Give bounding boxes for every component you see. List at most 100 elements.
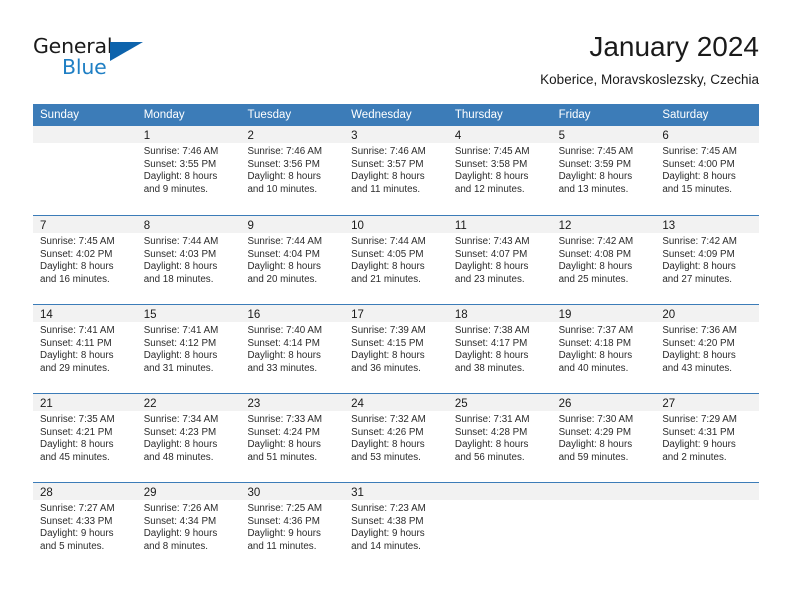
calendar-week-row: 21 Sunrise: 7:35 AM Sunset: 4:21 PM Dayligh… — [33, 393, 760, 482]
day-info-line: and 14 minutes. — [351, 540, 421, 552]
day-info-line: Sunrise: 7:45 AM — [662, 146, 737, 157]
day-info-line: Sunset: 4:28 PM — [454, 426, 528, 438]
day-info-line: Sunrise: 7:23 AM — [351, 503, 426, 514]
day-info-line: and 18 minutes. — [143, 273, 214, 285]
day-info-line: Sunrise: 7:30 AM — [558, 414, 634, 425]
day-info-line: and 45 minutes. — [40, 451, 110, 463]
day-info-line: Daylight: 8 hours — [662, 350, 736, 362]
day-number: 7 — [40, 220, 47, 232]
day-number: 11 — [454, 220, 467, 232]
day-cell[interactable]: 30 Sunrise: 7:25 AM Sunset: 4:36 PM Dayligh… — [240, 483, 345, 571]
day-sun-info: Sunrise: 7:32 AM Sunset: 4:26 PM Daylight:… — [344, 411, 448, 464]
day-number-band: 24 — [344, 394, 448, 411]
day-number: 10 — [351, 220, 364, 232]
day-number-band: 26 — [551, 394, 656, 411]
day-cell[interactable]: 17 Sunrise: 7:39 AM Sunset: 4:15 PM Dayligh… — [344, 305, 448, 393]
day-cell[interactable]: 28 Sunrise: 7:27 AM Sunset: 4:33 PM Dayligh… — [33, 483, 137, 571]
day-cell[interactable]: 10 Sunrise: 7:44 AM Sunset: 4:05 PM Dayligh… — [344, 216, 448, 304]
day-info-line: Sunset: 4:17 PM — [454, 337, 528, 349]
day-info-line: Sunrise: 7:46 AM — [351, 146, 426, 157]
weekday-header-saturday: Saturday — [662, 109, 709, 121]
day-info-line: Daylight: 8 hours — [247, 261, 321, 273]
day-number-band: 11 — [447, 216, 552, 233]
day-info-line: Sunrise: 7:45 AM — [454, 146, 530, 157]
day-cell[interactable]: 15 Sunrise: 7:41 AM Sunset: 4:12 PM Dayligh… — [136, 305, 241, 393]
calendar-grid: Sunday Monday Tuesday Wednesday Thursday Frid… — [33, 104, 760, 571]
day-cell[interactable]: 25 Sunrise: 7:31 AM Sunset: 4:28 PM Dayligh… — [447, 394, 552, 482]
day-cell[interactable]: 19 Sunrise: 7:37 AM Sunset: 4:18 PM Dayligh… — [551, 305, 656, 393]
day-number: 2 — [247, 130, 254, 142]
day-number: 3 — [351, 130, 358, 142]
day-info-line: Daylight: 8 hours — [454, 439, 529, 451]
day-cell[interactable]: 14 Sunrise: 7:41 AM Sunset: 4:11 PM Dayligh… — [33, 305, 137, 393]
day-sun-info: Sunrise: 7:44 AM Sunset: 4:04 PM Daylight:… — [240, 233, 344, 286]
day-number-band: 28 — [33, 483, 137, 500]
day-info-line: Daylight: 8 hours — [558, 350, 633, 362]
day-info-line: Daylight: 8 hours — [558, 171, 633, 183]
day-cell[interactable]: 27 Sunrise: 7:29 AM Sunset: 4:31 PM Dayligh… — [655, 394, 760, 482]
day-info-line: Sunrise: 7:41 AM — [143, 325, 219, 336]
day-info-line: Sunset: 4:33 PM — [40, 515, 113, 527]
day-number-band: 5 — [551, 126, 656, 143]
day-cell[interactable]: 24 Sunrise: 7:32 AM Sunset: 4:26 PM Dayligh… — [344, 394, 448, 482]
day-info-line: and 38 minutes. — [454, 362, 525, 374]
day-number: 24 — [351, 398, 364, 410]
day-info-line: and 23 minutes. — [454, 273, 525, 285]
weekday-header-wednesday: Wednesday — [351, 109, 412, 121]
day-cell[interactable]: 12 Sunrise: 7:42 AM Sunset: 4:08 PM Dayligh… — [551, 216, 656, 304]
day-cell[interactable]: 5 Sunrise: 7:45 AM Sunset: 3:59 PM Daylight… — [551, 126, 656, 215]
day-cell[interactable]: 26 Sunrise: 7:30 AM Sunset: 4:29 PM Dayligh… — [551, 394, 656, 482]
day-number: 1 — [143, 130, 151, 142]
day-number-band: 15 — [136, 305, 241, 322]
day-info-line: Daylight: 8 hours — [40, 439, 114, 451]
day-cell[interactable]: 29 Sunrise: 7:26 AM Sunset: 4:34 PM Dayligh… — [136, 483, 241, 571]
day-cell[interactable]: 1 Sunrise: 7:46 AM Sunset: 3:55 PM Daylight… — [136, 126, 241, 215]
day-info-line: Sunrise: 7:46 AM — [247, 146, 323, 157]
day-cell[interactable]: 8 Sunrise: 7:44 AM Sunset: 4:03 PM Daylight… — [136, 216, 241, 304]
day-info-line: Sunset: 4:21 PM — [40, 426, 113, 438]
day-info-line: and 16 minutes. — [40, 273, 110, 285]
title-block: January 2024 Koberice, Moravskoslezsky, … — [540, 30, 759, 90]
weekday-header-friday: Friday — [558, 109, 591, 121]
logo-triangle-icon — [110, 42, 143, 61]
day-number-band: 22 — [136, 394, 241, 411]
day-cell[interactable]: 4 Sunrise: 7:45 AM Sunset: 3:58 PM Daylight… — [447, 126, 552, 215]
day-info-line: and 40 minutes. — [558, 362, 629, 374]
day-info-line: Daylight: 8 hours — [143, 439, 218, 451]
day-cell[interactable]: 23 Sunrise: 7:33 AM Sunset: 4:24 PM Dayligh… — [240, 394, 345, 482]
day-cell[interactable]: 2 Sunrise: 7:46 AM Sunset: 3:56 PM Daylight… — [240, 126, 345, 215]
day-cell[interactable]: 3 Sunrise: 7:46 AM Sunset: 3:57 PM Daylight… — [344, 126, 448, 215]
day-number: 21 — [40, 398, 53, 410]
page-title: January 2024 — [589, 31, 759, 62]
day-cell[interactable]: 16 Sunrise: 7:40 AM Sunset: 4:14 PM Dayligh… — [240, 305, 345, 393]
day-cell[interactable]: 13 Sunrise: 7:42 AM Sunset: 4:09 PM Dayligh… — [655, 216, 760, 304]
day-sun-info: Sunrise: 7:23 AM Sunset: 4:38 PM Daylight:… — [344, 500, 448, 553]
weekday-header-sunday: Sunday — [40, 109, 80, 121]
day-sun-info: Sunrise: 7:34 AM Sunset: 4:23 PM Daylight:… — [137, 411, 241, 464]
day-cell[interactable]: 21 Sunrise: 7:35 AM Sunset: 4:21 PM Dayligh… — [33, 394, 137, 482]
day-sun-info: Sunrise: 7:46 AM Sunset: 3:56 PM Daylight:… — [240, 143, 344, 196]
day-cell[interactable]: 20 Sunrise: 7:36 AM Sunset: 4:20 PM Dayligh… — [655, 305, 760, 393]
day-cell[interactable]: 18 Sunrise: 7:38 AM Sunset: 4:17 PM Dayligh… — [447, 305, 552, 393]
day-sun-info: Sunrise: 7:45 AM Sunset: 4:00 PM Daylight:… — [655, 143, 759, 196]
day-cell[interactable]: 11 Sunrise: 7:43 AM Sunset: 4:07 PM Dayligh… — [447, 216, 552, 304]
day-sun-info: Sunrise: 7:30 AM Sunset: 4:29 PM Daylight:… — [552, 411, 656, 464]
day-sun-info: Sunrise: 7:33 AM Sunset: 4:24 PM Daylight:… — [240, 411, 344, 464]
day-cell[interactable]: 9 Sunrise: 7:44 AM Sunset: 4:04 PM Daylight… — [240, 216, 345, 304]
day-cell[interactable]: 7 Sunrise: 7:45 AM Sunset: 4:02 PM Daylight… — [33, 216, 137, 304]
day-sun-info: Sunrise: 7:46 AM Sunset: 3:57 PM Daylight:… — [344, 143, 448, 196]
day-number-band: 8 — [136, 216, 241, 233]
day-info-line: Sunset: 3:55 PM — [143, 158, 217, 170]
day-sun-info: Sunrise: 7:25 AM Sunset: 4:36 PM Daylight:… — [240, 500, 344, 553]
day-info-line: Sunrise: 7:26 AM — [143, 503, 219, 514]
day-sun-info: Sunrise: 7:40 AM Sunset: 4:14 PM Daylight:… — [240, 322, 344, 375]
day-cell[interactable]: 31 Sunrise: 7:23 AM Sunset: 4:38 PM Dayligh… — [344, 483, 448, 571]
day-cell[interactable]: 22 Sunrise: 7:34 AM Sunset: 4:23 PM Dayligh… — [136, 394, 241, 482]
day-info-line: Sunrise: 7:37 AM — [558, 325, 634, 336]
day-sun-info: Sunrise: 7:43 AM Sunset: 4:07 PM Daylight:… — [448, 233, 552, 286]
day-cell[interactable]: 6 Sunrise: 7:45 AM Sunset: 4:00 PM Daylight… — [655, 126, 760, 215]
day-info-line: Sunset: 4:31 PM — [662, 426, 735, 438]
day-info-line: Sunset: 4:34 PM — [143, 515, 217, 527]
general-blue-logo[interactable]: General Blue — [33, 34, 213, 90]
day-number-band: 27 — [655, 394, 760, 411]
